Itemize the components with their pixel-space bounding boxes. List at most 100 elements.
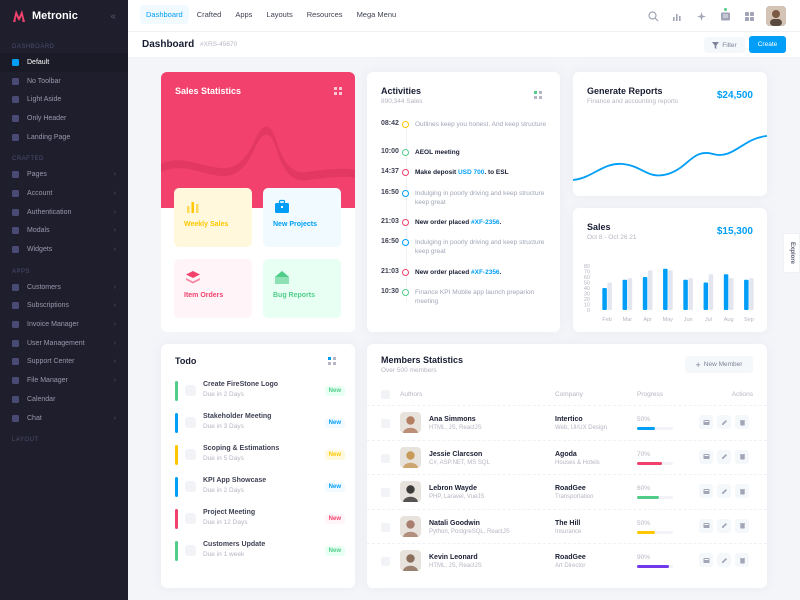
activity-highlight[interactable]: #XF-2356 (471, 219, 500, 226)
delete-button[interactable] (735, 449, 749, 464)
sidebar-item-light-aside[interactable]: Light Aside (0, 90, 128, 109)
tile-new-projects[interactable]: New Projects (263, 188, 341, 247)
chart-icon[interactable] (670, 9, 684, 23)
grid-icon[interactable] (742, 9, 756, 23)
edit-button[interactable] (717, 484, 731, 498)
nav-crafted[interactable]: Crafted (191, 5, 228, 24)
bar[interactable] (647, 270, 653, 310)
member-name[interactable]: Ana Simmons (429, 416, 476, 423)
settings-button[interactable] (699, 484, 713, 498)
bar[interactable] (627, 278, 633, 310)
todo-checkbox[interactable] (185, 449, 196, 460)
member-name[interactable]: Lebron Wayde (429, 485, 477, 492)
sidebar-item-customers[interactable]: Customers › (0, 278, 128, 297)
todo-name[interactable]: KPI App Showcase (203, 477, 266, 484)
bar[interactable] (688, 278, 693, 310)
edit-button[interactable] (717, 553, 731, 567)
row-checkbox[interactable] (381, 419, 390, 428)
sidebar-item-landing-page[interactable]: Landing Page (0, 128, 128, 147)
delete-button[interactable] (735, 518, 749, 533)
settings-button[interactable] (699, 553, 713, 567)
todo-name[interactable]: Create FireStone Logo (203, 381, 278, 388)
sidebar-item-subscriptions[interactable]: Subscriptions › (0, 297, 128, 316)
nav-layouts[interactable]: Layouts (260, 5, 298, 24)
tile-item-orders[interactable]: Item Orders (174, 259, 252, 318)
new-member-button[interactable]: + New Member (685, 356, 753, 373)
sidebar-item-no-toolbar[interactable]: No Toolbar (0, 72, 128, 91)
bar[interactable] (668, 270, 673, 310)
menu-dots-icon[interactable] (333, 86, 343, 96)
todo-name[interactable]: Project Meeting (203, 509, 255, 516)
bar[interactable] (703, 282, 709, 311)
search-icon[interactable] (646, 9, 660, 23)
sidebar-item-only-header[interactable]: Only Header (0, 109, 128, 128)
row-checkbox[interactable] (381, 522, 390, 532)
brand[interactable]: Metronic « (0, 0, 128, 32)
todo-checkbox[interactable] (185, 545, 196, 556)
sidebar-item-user-management[interactable]: User Management › (0, 334, 128, 353)
collapse-sidebar-icon[interactable]: « (110, 11, 116, 22)
todo-checkbox[interactable] (185, 513, 196, 524)
delete-button[interactable] (735, 415, 749, 429)
todo-checkbox[interactable] (185, 385, 196, 396)
sidebar-item-invoice-manager[interactable]: Invoice Manager › (0, 315, 128, 334)
todo-name[interactable]: Customers Update (203, 541, 265, 548)
user-avatar[interactable] (766, 6, 786, 26)
sidebar-item-pages[interactable]: Pages › (0, 165, 128, 184)
sidebar-item-support-center[interactable]: Support Center › (0, 353, 128, 372)
delete-button[interactable] (735, 484, 749, 498)
activity-highlight[interactable]: USD 700 (458, 169, 484, 176)
todo-checkbox[interactable] (185, 417, 196, 428)
tile-bug-reports[interactable]: Bug Reports (263, 259, 341, 318)
sparkle-icon[interactable] (694, 9, 708, 23)
menu-dots-icon[interactable] (327, 356, 337, 366)
create-button[interactable]: Create (749, 36, 786, 53)
settings-button[interactable] (699, 415, 713, 429)
bar[interactable] (642, 277, 648, 310)
row-checkbox[interactable] (381, 557, 390, 566)
edit-button[interactable] (717, 415, 731, 429)
edit-button[interactable] (717, 518, 731, 533)
menu-dots-icon[interactable] (533, 90, 543, 100)
sidebar-item-chat[interactable]: Chat › (0, 409, 128, 428)
todo-checkbox[interactable] (185, 481, 196, 492)
bar[interactable] (602, 288, 607, 310)
nav-dashboard[interactable]: Dashboard (140, 5, 189, 24)
todo-name[interactable]: Scoping & Estimations (203, 445, 279, 452)
delete-button[interactable] (735, 553, 749, 567)
activity-highlight[interactable]: #XF-2356 (471, 269, 500, 276)
settings-button[interactable] (699, 518, 713, 533)
bar[interactable] (749, 278, 754, 310)
row-checkbox[interactable] (381, 488, 390, 497)
bar[interactable] (744, 279, 749, 310)
bar[interactable] (663, 268, 668, 310)
tile-weekly-sales[interactable]: Weekly Sales (174, 188, 252, 247)
member-name[interactable]: Natali Goodwin (429, 520, 480, 527)
bar[interactable] (723, 274, 729, 310)
settings-button[interactable] (699, 449, 713, 464)
bar[interactable] (622, 279, 628, 310)
bar[interactable] (728, 278, 734, 310)
notes-icon[interactable] (718, 8, 732, 23)
nav-apps[interactable]: Apps (229, 5, 258, 24)
edit-button[interactable] (717, 449, 731, 464)
explore-tab[interactable]: Explore (783, 233, 800, 273)
sidebar-item-file-manager[interactable]: File Manager › (0, 371, 128, 390)
member-name[interactable]: Kevin Leonard (429, 554, 478, 561)
header-checkbox[interactable] (381, 390, 390, 399)
sidebar-item-account[interactable]: Account › (0, 184, 128, 203)
filter-button[interactable]: Filter (704, 37, 745, 53)
sidebar-item-authentication[interactable]: Authentication › (0, 203, 128, 222)
nav-mega-menu[interactable]: Mega Menu (351, 5, 403, 24)
bar[interactable] (607, 282, 612, 311)
sidebar-item-default[interactable]: Default (0, 53, 128, 72)
bar[interactable] (708, 274, 714, 310)
nav-resources[interactable]: Resources (301, 5, 349, 24)
todo-name[interactable]: Stakeholder Meeting (203, 413, 271, 420)
sidebar-item-calendar[interactable]: Calendar (0, 390, 128, 409)
bar[interactable] (683, 279, 688, 310)
member-name[interactable]: Jessie Clarcson (429, 451, 482, 458)
sidebar-item-modals[interactable]: Modals › (0, 222, 128, 241)
row-checkbox[interactable] (381, 453, 390, 463)
sidebar-item-widgets[interactable]: Widgets › (0, 240, 128, 259)
